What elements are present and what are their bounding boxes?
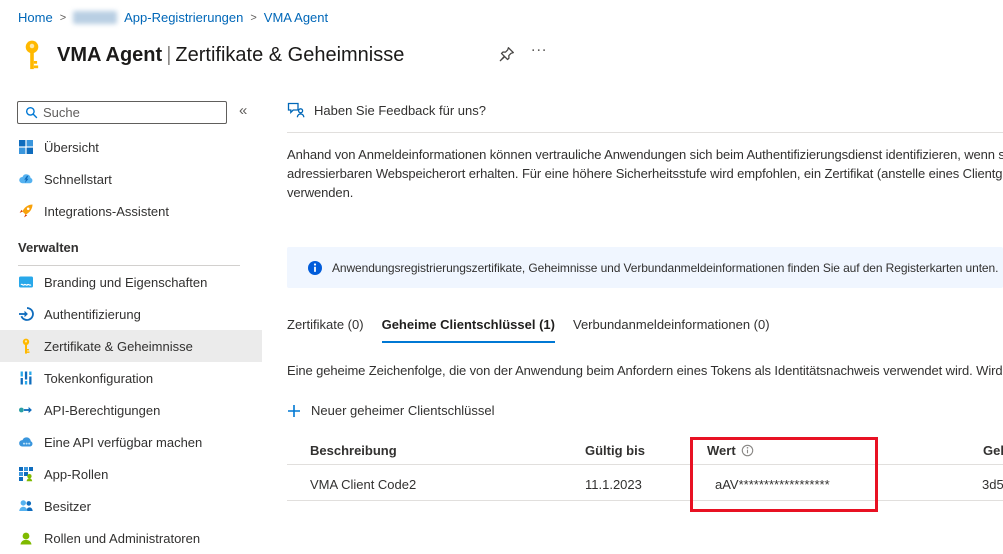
sidebar-item-label: Zertifikate & Geheimnisse	[44, 339, 193, 354]
breadcrumb-home[interactable]: Home	[18, 10, 53, 25]
sidebar-item-label: App-Rollen	[44, 467, 108, 482]
sidebar-item-label: Tokenkonfiguration	[44, 371, 153, 386]
sidebar-search	[17, 101, 227, 124]
expose-api-cloud-icon	[18, 434, 34, 450]
breadcrumb: Home > App-Registrierungen > VMA Agent	[18, 10, 328, 25]
sidebar-item-label: API-Berechtigungen	[44, 403, 160, 418]
key-icon	[20, 40, 44, 70]
col-header-beschreibung: Beschreibung	[310, 443, 397, 458]
branding-icon	[18, 274, 34, 290]
api-permissions-icon	[18, 402, 34, 418]
sidebar-item-label: Übersicht	[44, 140, 99, 155]
tab-description: Eine geheime Zeichenfolge, die von der A…	[287, 363, 1003, 378]
page-header: VMA Agent|Zertifikate & Geheimnisse	[20, 40, 404, 70]
sidebar-item-label: Authentifizierung	[44, 307, 141, 322]
info-icon	[307, 260, 323, 276]
more-options-button[interactable]: ...	[531, 38, 547, 56]
sidebar-item-app-rollen[interactable]: App-Rollen	[0, 458, 262, 490]
table-row-divider	[287, 500, 1003, 501]
app-roles-icon	[18, 466, 34, 482]
search-icon	[25, 106, 38, 119]
intro-line: Anhand von Anmeldeinformationen können v…	[287, 145, 1003, 164]
overview-grid-icon	[18, 139, 34, 155]
sidebar-item-label: Integrations-Assistent	[44, 204, 169, 219]
collapse-sidebar-button[interactable]: «	[239, 102, 247, 119]
cell-secret-value: aAV******************	[715, 477, 830, 492]
plus-icon	[287, 404, 301, 418]
owners-icon	[18, 498, 34, 514]
quickstart-cloud-icon	[18, 171, 34, 187]
intro-line: adressierbaren Webspeicherort erhalten. …	[287, 164, 1003, 183]
sidebar-item-schnellstart[interactable]: Schnellstart	[0, 163, 262, 195]
sidebar-item-rollen-und-administratoren[interactable]: Rollen und Administratoren	[0, 522, 262, 554]
token-config-icon	[18, 370, 34, 386]
new-client-secret-label: Neuer geheimer Clientschlüssel	[311, 403, 495, 418]
wert-info-icon[interactable]	[741, 444, 754, 457]
sidebar-nav: Übersicht Schnellstart Integrations-Assi…	[0, 131, 262, 554]
breadcrumb-app-registrations[interactable]: App-Registrierungen	[124, 10, 243, 25]
roles-admins-icon	[18, 530, 34, 546]
key-icon	[18, 338, 34, 354]
sidebar-item-besitzer[interactable]: Besitzer	[0, 490, 262, 522]
tab-verbundanmeldeinformationen[interactable]: Verbundanmeldeinformationen (0)	[573, 317, 770, 343]
new-client-secret-button[interactable]: Neuer geheimer Clientschlüssel	[287, 403, 495, 418]
search-input[interactable]	[43, 103, 226, 122]
feedback-icon	[287, 102, 305, 118]
client-secrets-table: Beschreibung Gültig bis Wert Geheime ID …	[287, 436, 1003, 516]
col-header-geheime-id: Geheime ID	[983, 443, 1003, 458]
pin-icon[interactable]	[498, 46, 515, 68]
feedback-label: Haben Sie Feedback für uns?	[314, 103, 486, 118]
page-title: VMA Agent|Zertifikate & Geheimnisse	[57, 44, 404, 67]
tab-bar: Zertifikate (0) Geheime Clientschlüssel …	[287, 317, 770, 343]
sidebar-item-authentifizierung[interactable]: Authentifizierung	[0, 298, 262, 330]
authentication-icon	[18, 306, 34, 322]
sidebar-item-uebersicht[interactable]: Übersicht	[0, 131, 262, 163]
col-header-wert: Wert	[707, 443, 754, 458]
feedback-link[interactable]: Haben Sie Feedback für uns?	[287, 102, 486, 118]
sidebar-section-verwalten: Verwalten	[0, 237, 262, 257]
page-title-separator: |	[162, 44, 175, 66]
sidebar-item-integrations-assistent[interactable]: Integrations-Assistent	[0, 195, 262, 227]
page-title-section: Zertifikate & Geheimnisse	[175, 44, 404, 66]
breadcrumb-separator: >	[60, 12, 66, 24]
sidebar-item-label: Eine API verfügbar machen	[44, 435, 202, 450]
intro-line: verwenden.	[287, 183, 1003, 202]
sidebar-item-label: Besitzer	[44, 499, 91, 514]
breadcrumb-separator: >	[250, 12, 256, 24]
cell-secret-id: 3d5	[982, 477, 1003, 492]
cell-description: VMA Client Code2	[310, 477, 416, 492]
sidebar-item-branding[interactable]: Branding und Eigenschaften	[0, 266, 262, 298]
redacted-tenant-name	[73, 11, 117, 24]
rocket-icon	[18, 203, 34, 219]
col-header-gueltig-bis: Gültig bis	[585, 443, 645, 458]
header-divider	[287, 132, 1003, 133]
tab-zertifikate[interactable]: Zertifikate (0)	[287, 317, 364, 343]
info-banner: Anwendungsregistrierungszertifikate, Geh…	[287, 247, 1003, 288]
sidebar-item-api-berechtigungen[interactable]: API-Berechtigungen	[0, 394, 262, 426]
sidebar-item-label: Schnellstart	[44, 172, 112, 187]
info-banner-text: Anwendungsregistrierungszertifikate, Geh…	[332, 261, 998, 275]
table-header-divider	[287, 464, 1003, 465]
sidebar-item-label: Rollen und Administratoren	[44, 531, 200, 546]
cell-valid-until: 11.1.2023	[585, 477, 642, 492]
tab-geheime-clientschluessel[interactable]: Geheime Clientschlüssel (1)	[382, 317, 555, 343]
sidebar-item-eine-api-verfuegbar-machen[interactable]: Eine API verfügbar machen	[0, 426, 262, 458]
sidebar-item-label: Branding und Eigenschaften	[44, 275, 207, 290]
page-title-app: VMA Agent	[57, 44, 162, 66]
sidebar-item-tokenkonfiguration[interactable]: Tokenkonfiguration	[0, 362, 262, 394]
intro-paragraph: Anhand von Anmeldeinformationen können v…	[287, 145, 1003, 202]
breadcrumb-current[interactable]: VMA Agent	[264, 10, 328, 25]
sidebar-item-zertifikate-geheimnisse[interactable]: Zertifikate & Geheimnisse	[0, 330, 262, 362]
